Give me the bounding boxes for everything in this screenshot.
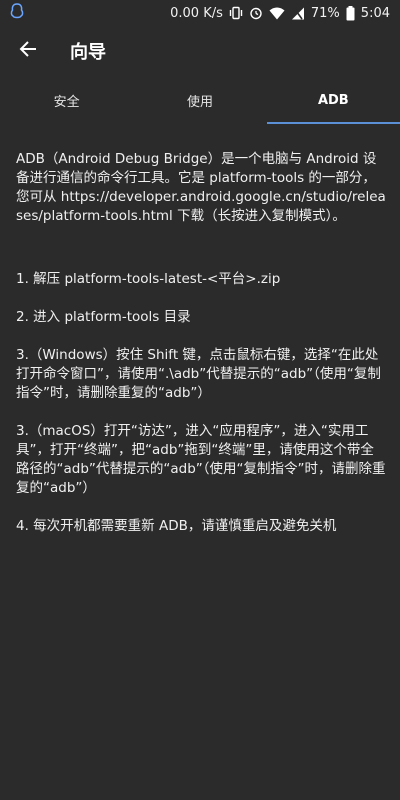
tab-usage[interactable]: 使用 bbox=[133, 76, 266, 124]
step-reboot-warning: 4. 每次开机都需要重新 ADB，请谨慎重启及避免关机 bbox=[16, 518, 337, 534]
alarm-icon bbox=[249, 6, 263, 20]
status-right: 0.00 K/s 71% 5:04 bbox=[170, 5, 390, 21]
intro-paragraph[interactable]: ADB（Android Debug Bridge）是一个电脑与 Android … bbox=[16, 150, 386, 226]
step-macos: 3.（macOS）打开“访达”，进入“应用程序”，进入“实用工具”，打开“终端”… bbox=[16, 423, 386, 496]
clock: 5:04 bbox=[360, 5, 390, 21]
back-button[interactable] bbox=[0, 26, 56, 76]
adb-guide-content: ADB（Android Debug Bridge）是一个电脑与 Android … bbox=[16, 150, 386, 555]
app-bar: 向导 bbox=[0, 26, 400, 76]
battery-percent: 71% bbox=[310, 5, 340, 21]
tab-label: ADB bbox=[317, 92, 349, 108]
status-bar: 0.00 K/s 71% 5:04 bbox=[0, 0, 400, 26]
tab-bar: 安全 使用 ADB bbox=[0, 76, 400, 124]
battery-icon bbox=[346, 5, 355, 21]
status-left bbox=[10, 3, 24, 23]
page-title: 向导 bbox=[70, 42, 106, 63]
notification-app-icon bbox=[10, 3, 24, 23]
step-enter-dir: 2. 进入 platform-tools 目录 bbox=[16, 309, 191, 325]
step-windows: 3.（Windows）按住 Shift 键，点击鼠标右键，选择“在此处打开命令窗… bbox=[16, 347, 381, 401]
tab-label: 使用 bbox=[186, 94, 213, 110]
vibrate-icon bbox=[229, 6, 243, 20]
tab-security[interactable]: 安全 bbox=[0, 76, 133, 124]
step-unzip: 1. 解压 platform-tools-latest-<平台>.zip bbox=[16, 271, 281, 287]
tab-label: 安全 bbox=[53, 94, 80, 110]
arrow-back-icon bbox=[19, 41, 37, 61]
network-speed: 0.00 K/s bbox=[170, 5, 223, 21]
signal-icon bbox=[291, 7, 305, 20]
wifi-icon bbox=[269, 7, 285, 20]
tab-adb[interactable]: ADB bbox=[266, 76, 400, 124]
